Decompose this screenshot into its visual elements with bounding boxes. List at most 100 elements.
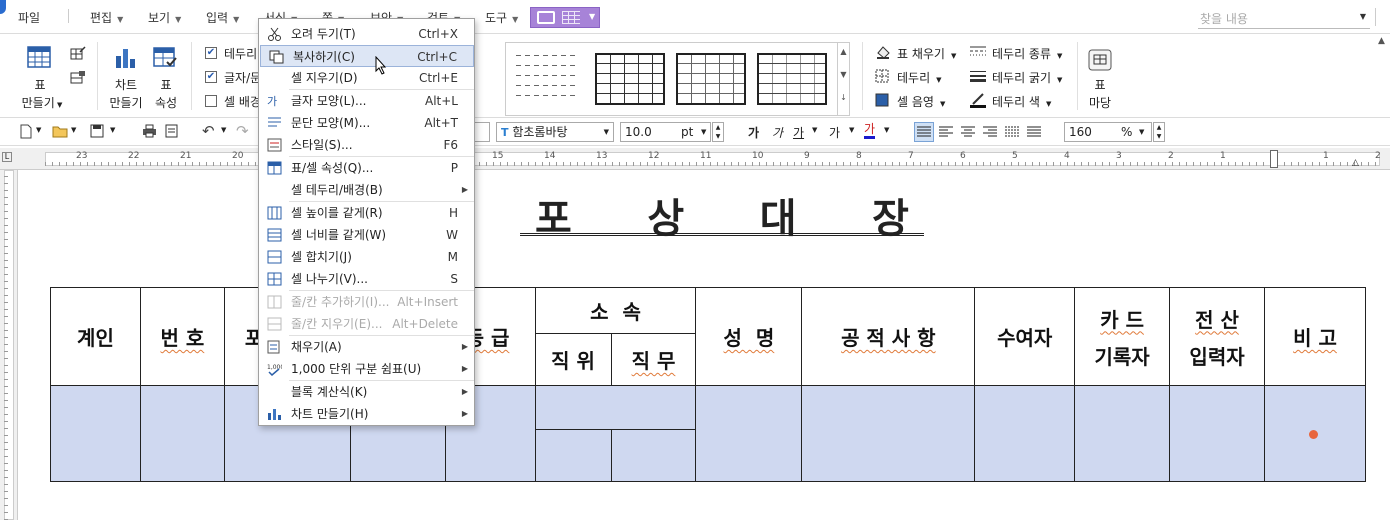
menu-item-fill[interactable]: 채우기(A) ▶ xyxy=(259,336,474,358)
table-make-label-1[interactable]: 표 xyxy=(20,76,60,93)
menu-item-char-shape[interactable]: 가 글자 모양(L)... Alt+L xyxy=(259,90,474,112)
header-jeonsan[interactable]: 전 산 입력자 xyxy=(1169,287,1265,386)
gallery-scroll[interactable]: ▲ ▼ ↓ xyxy=(837,43,849,115)
split-align-icon[interactable] xyxy=(1027,126,1041,138)
menu-item-style[interactable]: 스타일(S)... F6 xyxy=(259,134,474,156)
style-select-tail[interactable] xyxy=(474,122,490,142)
style-preview-4[interactable] xyxy=(757,53,827,105)
ruler-corner-icon[interactable]: L xyxy=(2,152,12,162)
font-name-select[interactable]: T 함초롬바탕 ▼ xyxy=(496,122,614,142)
table-cell[interactable] xyxy=(695,385,803,482)
chevron-down-icon[interactable]: ▼ xyxy=(604,123,609,141)
align-right-icon[interactable] xyxy=(983,126,997,138)
redo-icon[interactable]: ↷ xyxy=(236,122,249,140)
table-make-icon[interactable] xyxy=(27,46,51,68)
chart-make-label-1[interactable]: 차트 xyxy=(106,76,146,93)
border-thick-button[interactable]: 테두리 굵기 ▼ xyxy=(992,69,1062,86)
cell-shade-icon[interactable] xyxy=(875,93,889,107)
table-cell[interactable] xyxy=(50,385,141,482)
border-button[interactable]: 테두리 ▼ xyxy=(897,69,942,86)
header-bigo[interactable]: 비 고 xyxy=(1263,287,1367,386)
underline-button[interactable]: 가 xyxy=(793,124,804,141)
save-icon[interactable] xyxy=(90,124,104,138)
menu-file[interactable]: 파일 xyxy=(18,9,40,26)
menu-item-clear-cell[interactable]: 셀 지우기(D) Ctrl+E xyxy=(259,67,474,89)
ribbon-collapse-icon[interactable]: ▲ xyxy=(1378,36,1385,46)
header-soseok[interactable]: 소 속 xyxy=(534,287,697,334)
strike-button[interactable]: 가 xyxy=(829,124,840,141)
menu-item-table-props[interactable]: 표/셀 속성(Q)... P xyxy=(259,157,474,179)
table-cell[interactable] xyxy=(534,385,697,430)
align-left-icon[interactable] xyxy=(939,126,953,138)
page-title[interactable]: 포 상 대 장 xyxy=(520,186,924,242)
chart-make-icon[interactable] xyxy=(114,46,138,70)
header-bunho[interactable]: 번 호 xyxy=(139,287,225,386)
border-thick-icon[interactable] xyxy=(970,69,986,83)
menu-item-cell-border-bg[interactable]: 셀 테두리/배경(B) ▶ xyxy=(259,179,474,201)
table-props-label-1[interactable]: 표 xyxy=(146,76,186,93)
font-size-stepper[interactable]: ▲ ▼ xyxy=(712,122,724,142)
new-doc-icon[interactable] xyxy=(20,124,32,139)
table-court-label-2[interactable]: 마당 xyxy=(1080,94,1120,111)
italic-button[interactable]: 가 xyxy=(772,124,783,141)
menu-item-make-chart[interactable]: 차트 만들기(H) ▶ xyxy=(259,403,474,425)
menu-item-delete-rowcol[interactable]: 줄/칸 지우기(E)... Alt+Delete xyxy=(259,313,474,335)
border-icon[interactable] xyxy=(875,69,889,83)
border-type-button[interactable]: 테두리 종류 ▼ xyxy=(992,45,1062,62)
chart-make-label-2[interactable]: 만들기 xyxy=(106,94,146,111)
indent-marker[interactable] xyxy=(1270,150,1278,168)
style-preview-2[interactable] xyxy=(595,53,665,105)
menu-view[interactable]: 보기 ▼ xyxy=(148,9,181,26)
chevron-down-icon[interactable]: ▼ xyxy=(221,126,226,134)
chevron-down-icon[interactable]: ▼ xyxy=(849,126,854,134)
style-preview-1[interactable] xyxy=(516,55,578,105)
chevron-down-icon[interactable]: ▼ xyxy=(36,126,41,134)
open-folder-icon[interactable] xyxy=(52,124,68,138)
header-seongmyeong[interactable]: 성 명 xyxy=(695,287,803,386)
chevron-down-icon[interactable]: ▼ xyxy=(110,126,115,134)
horizontal-ruler[interactable]: L 23 22 21 20 15 14 13 12 11 10 9 8 7 6 … xyxy=(0,148,1390,170)
header-jikmu[interactable]: 직 무 xyxy=(610,333,697,386)
header-gongjeok[interactable]: 공 적 사 항 xyxy=(801,287,976,386)
print-icon[interactable] xyxy=(142,124,157,138)
menu-tools[interactable]: 도구 ▼ xyxy=(485,9,518,26)
chevron-down-icon[interactable]: ▼ xyxy=(884,126,889,134)
table-cell[interactable] xyxy=(139,385,225,482)
size-unit-dropdown-icon[interactable]: ▼ xyxy=(701,123,706,141)
style-preview-3[interactable] xyxy=(676,53,746,105)
table-cell[interactable] xyxy=(801,385,976,482)
menu-item-thousand-sep[interactable]: 1,000 1,000 단위 구분 쉼표(U) ▶ xyxy=(259,358,474,380)
preview-icon[interactable] xyxy=(165,124,178,138)
search-dropdown-icon[interactable]: ▼ xyxy=(1360,12,1366,21)
header-suyeoja[interactable]: 수여자 xyxy=(974,287,1076,386)
vertical-ruler[interactable] xyxy=(0,170,18,520)
table-eraser-icon[interactable] xyxy=(70,70,86,84)
align-center-icon[interactable] xyxy=(961,126,975,138)
menu-item-equal-height[interactable]: 셀 높이를 같게(R) H xyxy=(259,202,474,224)
right-margin-marker[interactable]: △ xyxy=(1352,158,1359,168)
menu-item-insert-rowcol[interactable]: 줄/칸 추가하기(I)... Alt+Insert xyxy=(259,291,474,313)
border-checkbox[interactable]: ✔ xyxy=(205,47,217,59)
text-checkbox[interactable]: ✔ xyxy=(205,71,217,83)
zoom-stepper[interactable]: ▲ ▼ xyxy=(1153,122,1165,142)
table-style-gallery[interactable]: ▲ ▼ ↓ xyxy=(505,42,850,116)
header-jikwi[interactable]: 직 위 xyxy=(534,333,612,386)
fill-button[interactable]: 표 채우기 ▼ xyxy=(897,45,956,62)
border-color-icon[interactable] xyxy=(970,92,986,108)
table-court-label-1[interactable]: 표 xyxy=(1080,76,1120,93)
table-cell[interactable] xyxy=(534,429,612,482)
menu-item-block-calc[interactable]: 블록 계산식(K) ▶ xyxy=(259,381,474,403)
font-color-button[interactable]: 가 xyxy=(864,122,876,139)
menu-item-split-cells[interactable]: 셀 나누기(V)... S xyxy=(259,268,474,290)
header-gyein[interactable]: 계인 xyxy=(50,287,141,386)
font-size-input[interactable]: 10.0 pt ▼ xyxy=(620,122,711,142)
table-layout-icon[interactable] xyxy=(562,11,580,24)
menu-item-merge-cells[interactable]: 셀 합치기(J) M xyxy=(259,246,474,268)
border-color-button[interactable]: 테두리 색 ▼ xyxy=(992,93,1051,110)
distribute-icon[interactable] xyxy=(1005,126,1019,138)
table-cell[interactable] xyxy=(1169,385,1265,482)
table-court-icon[interactable] xyxy=(1088,49,1112,71)
table-cell[interactable] xyxy=(610,429,697,482)
table-props-icon[interactable] xyxy=(153,46,177,70)
bold-button[interactable]: 가 xyxy=(748,124,759,141)
